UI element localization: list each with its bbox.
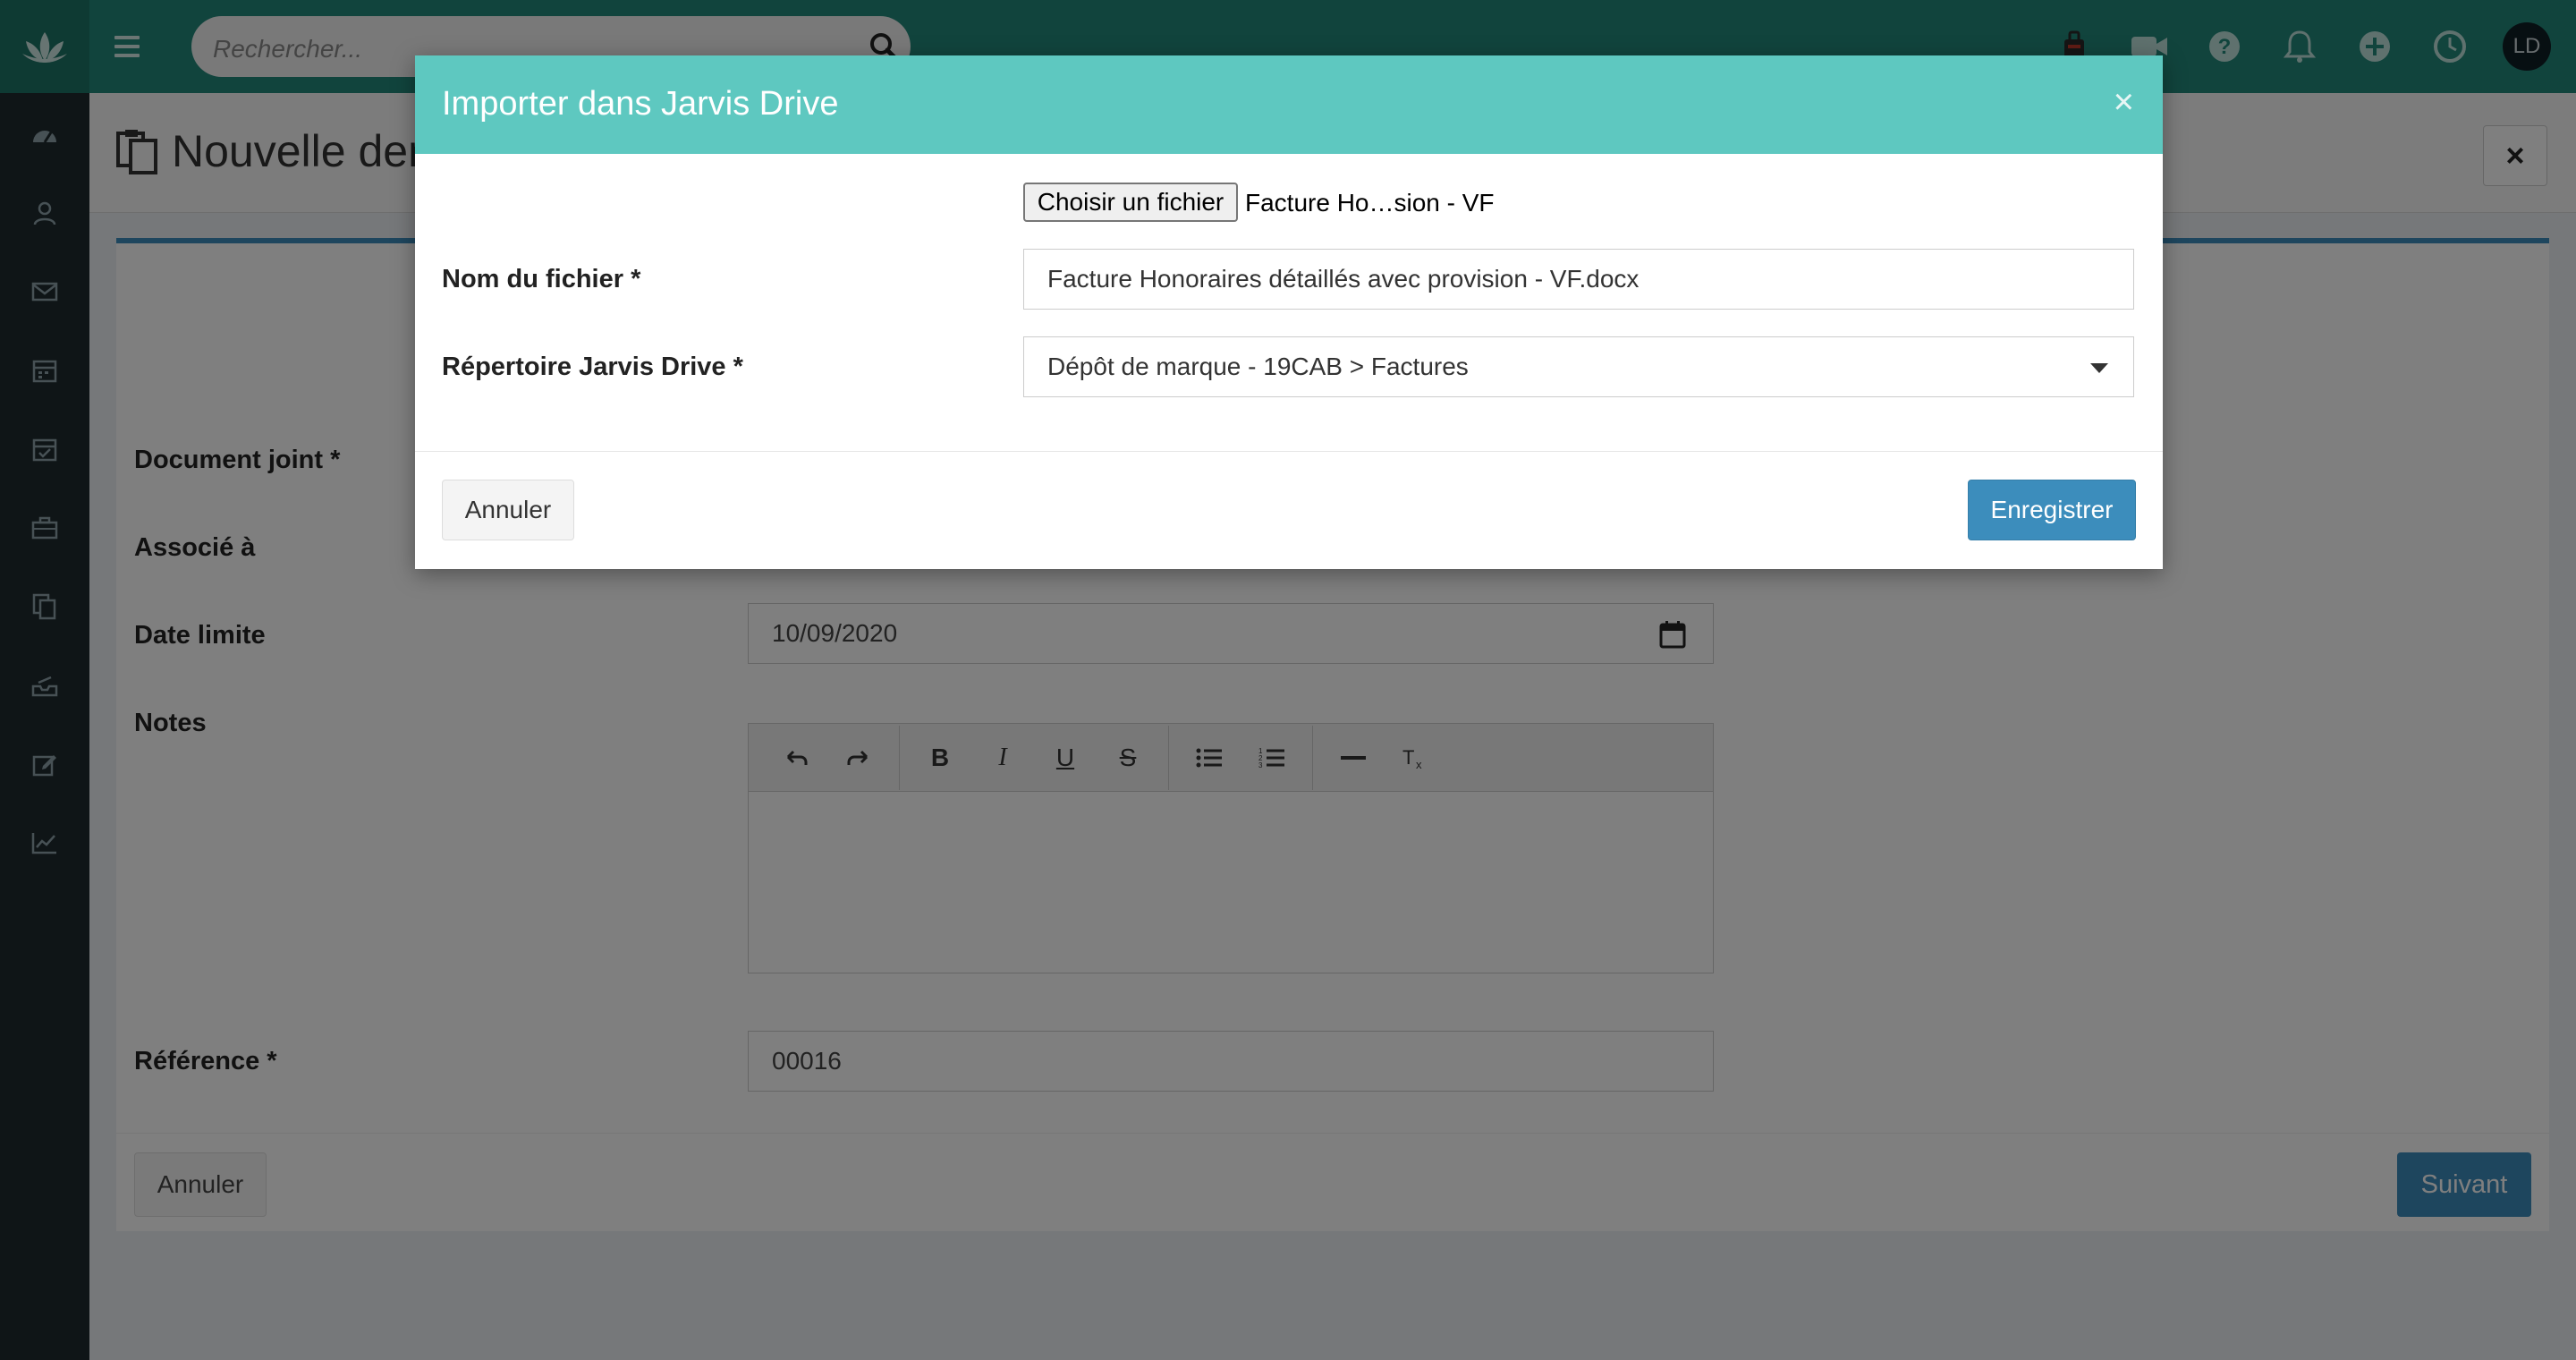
modal-title: Importer dans Jarvis Drive <box>442 85 839 123</box>
filename-value: Facture Honoraires détaillés avec provis… <box>1047 265 1640 293</box>
close-icon[interactable]: × <box>2114 82 2134 123</box>
filename-input[interactable]: Facture Honoraires détaillés avec provis… <box>1023 249 2134 310</box>
filename-label: Nom du fichier * <box>442 265 641 293</box>
directory-label: Répertoire Jarvis Drive * <box>442 353 743 381</box>
choose-file-button[interactable]: Choisir un fichier <box>1023 183 1238 222</box>
chevron-down-icon <box>2090 363 2108 373</box>
directory-value: Dépôt de marque - 19CAB > Factures <box>1047 353 1469 380</box>
modal-cancel-button[interactable]: Annuler <box>442 480 574 540</box>
modal-header: Importer dans Jarvis Drive × <box>415 55 2163 154</box>
save-button[interactable]: Enregistrer <box>1968 480 2136 540</box>
chosen-file-name: Facture Ho…sion - VF <box>1245 189 1495 217</box>
directory-select[interactable]: Dépôt de marque - 19CAB > Factures <box>1023 336 2134 397</box>
import-modal: Importer dans Jarvis Drive × Choisir un … <box>415 55 2163 569</box>
